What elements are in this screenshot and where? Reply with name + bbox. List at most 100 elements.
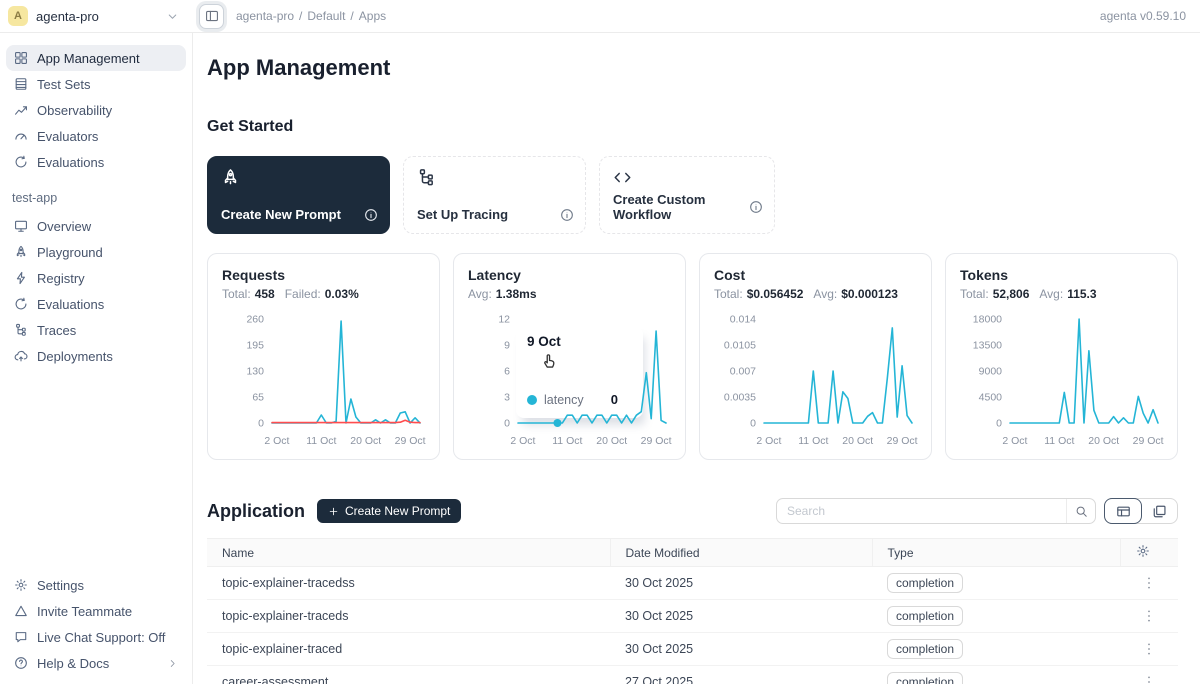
svg-text:0.014: 0.014 xyxy=(730,314,756,326)
sidebar-item-label: Evaluations xyxy=(37,297,104,312)
column-name: Name xyxy=(207,539,610,567)
tokens-chart: 04500900013500180002 Oct11 Oct20 Oct29 O… xyxy=(960,305,1165,455)
row-menu-icon[interactable] xyxy=(1141,575,1157,591)
application-toolbar xyxy=(776,498,1178,524)
sidebar-item-evaluations[interactable]: Evaluations xyxy=(6,291,186,317)
info-circle-icon[interactable] xyxy=(749,200,763,214)
svg-text:13500: 13500 xyxy=(973,340,1002,352)
sidebar-item-label: Observability xyxy=(37,103,112,118)
sidebar-item-label: Evaluators xyxy=(37,129,98,144)
actions-cell xyxy=(1120,600,1178,633)
search-input[interactable] xyxy=(777,504,1066,518)
type-cell: completion xyxy=(872,567,1120,600)
date-modified-cell: 30 Oct 2025 xyxy=(610,633,872,666)
sidebar-item-live-chat-support-off[interactable]: Live Chat Support: Off xyxy=(6,624,186,650)
svg-text:9: 9 xyxy=(504,340,510,352)
test-sets-icon xyxy=(14,77,28,91)
table-view-button[interactable] xyxy=(1104,498,1142,524)
set-up-tracing-card[interactable]: Set Up Tracing xyxy=(403,156,586,234)
row-menu-icon[interactable] xyxy=(1141,608,1157,624)
svg-text:0.0105: 0.0105 xyxy=(724,340,756,352)
svg-text:0: 0 xyxy=(750,418,756,430)
svg-text:11 Oct: 11 Oct xyxy=(1044,435,1074,447)
svg-text:0.0035: 0.0035 xyxy=(724,392,756,404)
card-view-icon xyxy=(1152,504,1167,519)
sidebar-item-traces[interactable]: Traces xyxy=(6,317,186,343)
application-header: Application Create New Prompt xyxy=(207,498,1178,524)
table-view-icon xyxy=(1116,504,1131,519)
latency-stats: Avg: 1.38ms xyxy=(468,287,671,301)
svg-text:9000: 9000 xyxy=(979,366,1003,378)
sidebar-toggle-button[interactable] xyxy=(199,4,224,29)
search-icon xyxy=(1075,505,1088,518)
table-row[interactable]: topic-explainer-traceds30 Oct 2025comple… xyxy=(207,600,1178,633)
latency-card: Latency Avg: 1.38ms 9 Oct latency 0 0369… xyxy=(453,253,686,460)
date-modified-cell: 30 Oct 2025 xyxy=(610,600,872,633)
svg-text:29 Oct: 29 Oct xyxy=(1133,435,1164,447)
table-row[interactable]: topic-explainer-tracedss30 Oct 2025compl… xyxy=(207,567,1178,600)
column-settings xyxy=(1120,539,1178,567)
sidebar-item-playground[interactable]: Playground xyxy=(6,239,186,265)
info-circle-icon[interactable] xyxy=(364,208,378,222)
cost-chart: 00.00350.0070.01050.0142 Oct11 Oct20 Oct… xyxy=(714,305,919,455)
breadcrumb-item[interactable]: Default xyxy=(307,9,345,23)
svg-text:0: 0 xyxy=(996,418,1002,430)
svg-text:2 Oct: 2 Oct xyxy=(510,435,535,447)
view-toggle xyxy=(1104,498,1178,524)
chart-title: Tokens xyxy=(960,267,1163,283)
breadcrumb-item[interactable]: Apps xyxy=(359,9,386,23)
info-circle-icon[interactable] xyxy=(560,208,574,222)
gear-icon[interactable] xyxy=(1136,544,1150,558)
workspace-switcher[interactable]: A agenta-pro xyxy=(0,6,193,26)
requests-card: Requests Total: 458 Failed: 0.03% 065130… xyxy=(207,253,440,460)
row-menu-icon[interactable] xyxy=(1141,641,1157,657)
sidebar-item-test-sets[interactable]: Test Sets xyxy=(6,71,186,97)
get-started-heading: Get Started xyxy=(207,117,1178,137)
table-row[interactable]: topic-explainer-traced30 Oct 2025complet… xyxy=(207,633,1178,666)
svg-text:2 Oct: 2 Oct xyxy=(264,435,289,447)
create-new-prompt-button[interactable]: Create New Prompt xyxy=(317,499,461,523)
svg-text:11 Oct: 11 Oct xyxy=(552,435,582,447)
breadcrumb-separator: / xyxy=(350,9,353,23)
svg-text:12: 12 xyxy=(498,314,510,326)
sidebar-item-observability[interactable]: Observability xyxy=(6,97,186,123)
sidebar-item-settings[interactable]: Settings xyxy=(6,572,186,598)
column-date-modified: Date Modified xyxy=(610,539,872,567)
chart-title: Requests xyxy=(222,267,425,283)
search-button[interactable] xyxy=(1067,505,1095,518)
sidebar-item-help-docs[interactable]: Help & Docs xyxy=(6,650,186,676)
sidebar-item-registry[interactable]: Registry xyxy=(6,265,186,291)
sidebar-item-overview[interactable]: Overview xyxy=(6,213,186,239)
card-label: Set Up Tracing xyxy=(417,207,508,222)
help-circle-icon xyxy=(14,656,28,670)
create-button-label: Create New Prompt xyxy=(345,504,450,518)
svg-text:18000: 18000 xyxy=(973,314,1002,326)
sidebar-item-invite-teammate[interactable]: Invite Teammate xyxy=(6,598,186,624)
row-menu-icon[interactable] xyxy=(1141,674,1157,684)
sidebar-item-label: Test Sets xyxy=(37,77,90,92)
breadcrumb-item[interactable]: agenta-pro xyxy=(236,9,294,23)
workspace-name: agenta-pro xyxy=(36,9,99,24)
type-cell: completion xyxy=(872,600,1120,633)
chart-title: Cost xyxy=(714,267,917,283)
svg-text:3: 3 xyxy=(504,392,510,404)
date-modified-cell: 27 Oct 2025 xyxy=(610,666,872,684)
chevron-down-icon xyxy=(166,10,179,23)
get-started-cards: Create New Prompt Set Up Tracing Create … xyxy=(207,156,1178,234)
sidebar-item-evaluators[interactable]: Evaluators xyxy=(6,123,186,149)
create-new-prompt-card[interactable]: Create New Prompt xyxy=(207,156,390,234)
card-view-button[interactable] xyxy=(1140,498,1178,524)
svg-text:0: 0 xyxy=(504,418,510,430)
sidebar-item-app-management[interactable]: App Management xyxy=(6,45,186,71)
date-modified-cell: 30 Oct 2025 xyxy=(610,567,872,600)
sidebar-item-label: Help & Docs xyxy=(37,656,109,671)
svg-text:2 Oct: 2 Oct xyxy=(756,435,781,447)
card-label: Create Custom Workflow xyxy=(613,192,749,222)
sidebar-item-deployments[interactable]: Deployments xyxy=(6,343,186,369)
sidebar-item-evaluations[interactable]: Evaluations xyxy=(6,149,186,175)
app-name-cell: topic-explainer-traceds xyxy=(207,600,610,633)
svg-text:6: 6 xyxy=(504,366,510,378)
create-custom-workflow-card[interactable]: Create Custom Workflow xyxy=(599,156,775,234)
table-row[interactable]: career-assessment27 Oct 2025completion xyxy=(207,666,1178,684)
svg-text:29 Oct: 29 Oct xyxy=(641,435,672,447)
